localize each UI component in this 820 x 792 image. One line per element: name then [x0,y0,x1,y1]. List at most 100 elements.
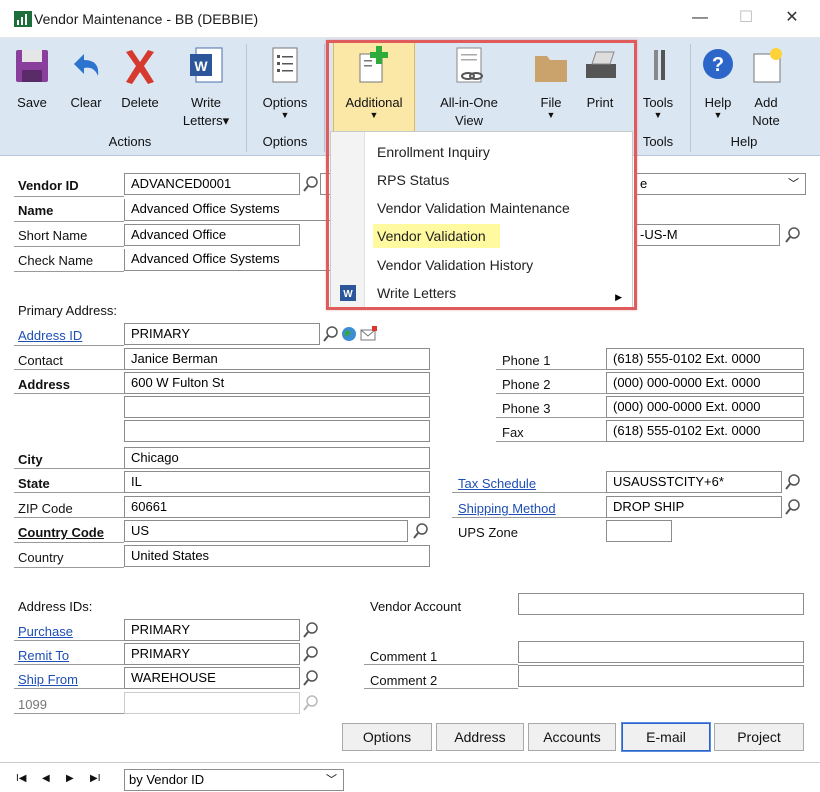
first-record-button[interactable]: I◀ [16,773,26,784]
status-dropdown[interactable]: e ﹀ [634,173,806,195]
phone1-field[interactable]: (618) 555-0102 Ext. 0000 [606,348,804,370]
divider [14,713,124,714]
previous-record-button[interactable]: ◀ [42,773,50,784]
purchase-address-field[interactable]: PRIMARY [124,619,300,641]
email-icon[interactable] [360,325,378,343]
submenu-arrow-icon: ▶ [615,292,622,302]
address-button[interactable]: Address [436,723,524,751]
address-line1-field[interactable]: 600 W Fulton St [124,372,430,394]
address-line3-field[interactable] [124,420,430,442]
lookup-icon[interactable] [302,669,320,687]
group-separator [634,44,635,152]
additional-button[interactable]: Additional ▼ [333,44,415,130]
country-field[interactable]: United States [124,545,430,567]
close-button[interactable]: ✕ [772,4,812,32]
lookup-icon[interactable] [412,522,430,540]
menu-item-enrollment-inquiry[interactable]: Enrollment Inquiry [377,140,490,164]
delete-label: Delete [121,95,159,110]
delete-x-icon [126,50,154,84]
state-label: State [18,476,50,491]
tax-schedule-field[interactable]: USAUSSTCITY+6* [606,471,782,493]
globe-icon[interactable] [340,325,358,343]
maximize-button[interactable]: ☐ [726,4,766,32]
ship-from-link[interactable]: Ship From [18,672,78,687]
ship-from-field[interactable]: WAREHOUSE [124,667,300,689]
menu-item-vendor-validation[interactable]: Vendor Validation [373,224,500,248]
sort-order-dropdown[interactable]: by Vendor ID ﹀ [124,769,344,791]
accounts-button[interactable]: Accounts [528,723,616,751]
print-button[interactable]: Print [580,44,620,130]
tools-button[interactable]: Tools ▼ [638,44,678,130]
shipping-method-field[interactable]: DROP SHIP [606,496,782,518]
options-ribbon-button[interactable]: Options ▼ [254,44,316,130]
write-letters-button[interactable]: W Write Letters▾ [176,44,236,130]
city-field[interactable]: Chicago [124,447,430,469]
svg-text:W: W [194,58,208,74]
1099-field [124,692,300,714]
vendor-account-field[interactable] [518,593,804,615]
next-record-button[interactable]: ▶ [66,773,74,784]
email-button[interactable]: E-mail [621,722,711,752]
save-label: Save [17,95,47,110]
lookup-icon[interactable] [784,226,802,244]
save-button[interactable]: Save [10,44,54,130]
comment1-field[interactable] [518,641,804,663]
comment2-field[interactable] [518,665,804,687]
last-record-button[interactable]: ▶I [90,773,100,784]
shipping-method-link[interactable]: Shipping Method [458,501,556,516]
lookup-icon[interactable] [322,325,340,343]
phone3-field[interactable]: (000) 000-0000 Ext. 0000 [606,396,804,418]
class-id-field[interactable]: -US-M [634,224,780,246]
lookup-icon[interactable] [302,645,320,663]
zip-label: ZIP Code [18,501,73,516]
vendor-id-field[interactable]: ADVANCED0001 [124,173,300,195]
add-note-icon [753,48,782,83]
address-id-link[interactable]: Address ID [18,328,82,343]
minimize-button[interactable]: — [680,4,720,32]
phone2-field[interactable]: (000) 000-0000 Ext. 0000 [606,372,804,394]
purchase-link[interactable]: Purchase [18,624,73,639]
divider [14,640,124,641]
remit-to-field[interactable]: PRIMARY [124,643,300,665]
clear-label: Clear [70,95,102,110]
lookup-icon[interactable] [784,498,802,516]
country-code-field[interactable]: US [124,520,408,542]
contact-field[interactable]: Janice Berman [124,348,430,370]
lookup-icon[interactable] [784,473,802,491]
add-note-button[interactable]: Add Note [744,44,788,130]
country-code-link[interactable]: Country Code [18,525,104,540]
short-name-field[interactable]: Advanced Office [124,224,300,246]
remit-to-link[interactable]: Remit To [18,648,69,663]
contact-label: Contact [18,353,63,368]
file-button[interactable]: File ▼ [530,44,572,130]
clear-button[interactable]: Clear [64,44,108,130]
ups-zone-field[interactable] [606,520,672,542]
project-button[interactable]: Project [714,723,804,751]
tax-schedule-link[interactable]: Tax Schedule [458,476,536,491]
check-name-label: Check Name [18,253,94,268]
menu-item-write-letters[interactable]: Write Letters [377,281,456,305]
lookup-icon[interactable] [302,621,320,639]
state-field[interactable]: IL [124,471,430,493]
name-field[interactable]: Advanced Office Systems [124,199,336,221]
lookup-icon[interactable] [302,175,320,193]
fax-field[interactable]: (618) 555-0102 Ext. 0000 [606,420,804,442]
menu-item-vendor-validation-maintenance[interactable]: Vendor Validation Maintenance [377,196,570,220]
delete-button[interactable]: Delete [116,44,164,130]
address-line2-field[interactable] [124,396,430,418]
menu-item-vendor-validation-history[interactable]: Vendor Validation History [377,253,533,277]
help-button[interactable]: ? Help ▼ [698,44,738,130]
fax-label: Fax [502,425,524,440]
svg-text:W: W [343,289,353,300]
comment2-label: Comment 2 [370,673,438,688]
options-button[interactable]: Options [342,723,432,751]
divider [14,221,124,222]
zip-field[interactable]: 60661 [124,496,430,518]
address-label: Address [18,377,71,392]
menu-item-rps-status[interactable]: RPS Status [377,168,449,192]
divider [364,664,518,665]
group-label-options: Options [262,134,308,149]
all-in-one-view-button[interactable]: All-in-One View [424,44,514,130]
address-id-field[interactable]: PRIMARY [124,323,320,345]
check-name-field[interactable]: Advanced Office Systems [124,249,336,271]
